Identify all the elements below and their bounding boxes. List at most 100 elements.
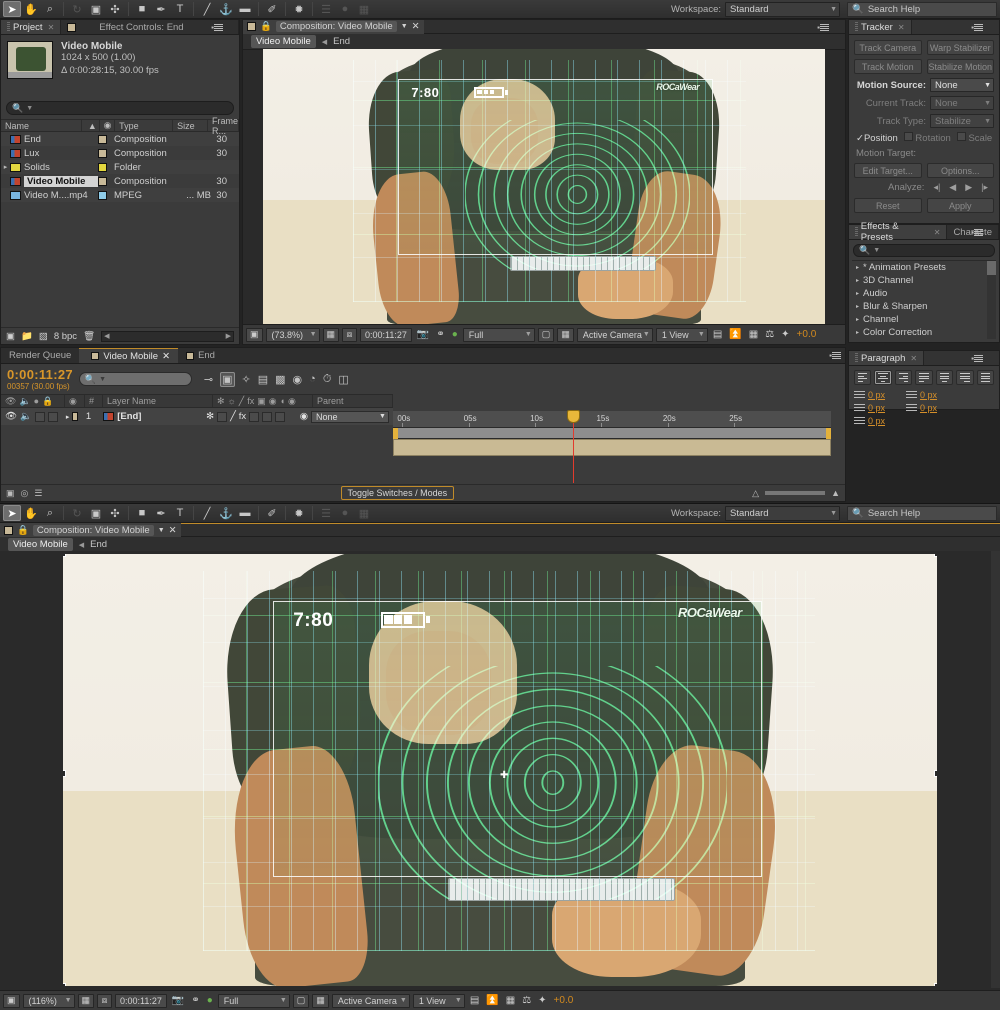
fast-previews-icon[interactable]: ⏫ [484, 995, 500, 1006]
tab-render-queue[interactable]: Render Queue [1, 348, 80, 363]
work-area-bar[interactable] [393, 428, 831, 439]
workspace-select[interactable]: Standard ▼ [725, 506, 840, 521]
camera-select[interactable]: Active Camera ▼ [576, 327, 653, 342]
analyze-backward-icon[interactable]: ◀ [949, 182, 956, 193]
reset-button[interactable]: Reset [854, 198, 922, 213]
collapse-toggle[interactable] [217, 411, 228, 422]
live-update-icon[interactable]: ◫ [338, 373, 348, 386]
resolution-select[interactable]: Full ▼ [462, 327, 535, 342]
interpret-footage-icon[interactable]: ▧ [39, 331, 48, 342]
panel-menu-icon[interactable]: ▪ [971, 354, 983, 363]
label-color-swatch[interactable] [98, 148, 114, 158]
search-help-input[interactable]: 🔍 Search Help [847, 2, 997, 17]
project-item-row[interactable]: ▸ Solids Folder [1, 160, 239, 174]
rotation-checkbox[interactable]: Rotation [903, 132, 951, 144]
audio-toggle-icon[interactable]: 🔈 [20, 411, 32, 422]
justify-last-left-icon[interactable] [915, 370, 933, 385]
disclosure-triangle-icon[interactable]: ▸ [856, 303, 859, 310]
disclosure-triangle-icon[interactable]: ▸ [856, 316, 859, 323]
column-size[interactable]: Size [173, 120, 208, 131]
take-snapshot-icon[interactable]: 📷 [170, 995, 186, 1006]
warp-stabilizer-button[interactable]: Warp Stabilizer [926, 40, 994, 55]
analyze-back-1-frame-icon[interactable]: ◂| [933, 182, 940, 193]
timeline-icon[interactable]: ▦ [747, 329, 760, 340]
options-button[interactable]: Options... [926, 163, 994, 178]
column-name[interactable]: Name [1, 120, 83, 131]
parent-select[interactable]: None ▼ [310, 410, 389, 423]
effects-scrollbar[interactable] [987, 261, 996, 339]
project-item-row[interactable]: Video M....mp4 MPEG ... MB 30 [1, 188, 239, 202]
disclosure-triangle-icon[interactable]: ▸ [856, 290, 859, 297]
track-camera-button[interactable]: Track Camera [854, 40, 922, 55]
analyze-forward-icon[interactable]: ▶ [965, 182, 972, 193]
brainstorm-icon[interactable]: ◉ [293, 373, 303, 386]
transform-handle-l[interactable] [63, 769, 66, 777]
camera-tool-icon[interactable]: ▣ [87, 1, 105, 17]
video-toggle-icon[interactable]: 👁 [5, 411, 17, 422]
transform-handle-bl[interactable] [63, 982, 66, 986]
layer-name[interactable]: [End] [117, 411, 141, 422]
project-item-row[interactable]: Lux Composition 30 [1, 146, 239, 160]
grid-guides-icon[interactable]: ▦ [77, 993, 95, 1008]
frame-blending-icon[interactable]: ▤ [258, 373, 268, 386]
region-interest-toggle-icon[interactable]: ▢ [537, 327, 555, 342]
effects-category-item[interactable]: ▸ 3D Channel [852, 274, 996, 287]
lock-toggle[interactable] [47, 411, 58, 422]
brush-tool-icon[interactable]: ╱ [198, 505, 216, 521]
pen-tool-icon[interactable]: ✒ [152, 505, 170, 521]
breadcrumb-current[interactable]: Video Mobile [8, 538, 73, 551]
layer-name-header[interactable]: Layer Name [103, 395, 213, 407]
tab-composition[interactable]: 🔒 Composition: Video Mobile ▼ ✕ [243, 19, 424, 34]
motion-blur-icon[interactable]: ▩ [275, 373, 285, 386]
motion-source-select[interactable]: None ▼ [930, 78, 994, 92]
text-tool-icon[interactable]: T [171, 1, 189, 17]
shape-tool-icon[interactable]: ■ [133, 505, 151, 521]
brush-tool-icon[interactable]: ╱ [198, 1, 216, 17]
align-left-icon[interactable] [854, 370, 872, 385]
always-preview-icon[interactable]: ▣ [3, 993, 20, 1008]
zoom-in-icon[interactable]: ▲ [831, 488, 840, 498]
adjustment-toggle[interactable] [275, 411, 286, 422]
views-select[interactable]: 1 View ▼ [412, 993, 465, 1008]
paragraph-indent-field[interactable]: 0 px [854, 416, 896, 426]
edit-target-button[interactable]: Edit Target... [854, 163, 922, 178]
justify-last-right-icon[interactable] [956, 370, 974, 385]
graph-editor-toggle-icon[interactable]: ☰ [34, 488, 42, 499]
label-color-swatch[interactable] [98, 190, 114, 200]
pixel-aspect-icon[interactable]: ▤ [468, 995, 481, 1006]
project-scrollbar[interactable]: ◀ ▶ [101, 330, 234, 342]
effects-category-item[interactable]: ▸ Audio [852, 287, 996, 300]
shape-tool-icon[interactable]: ■ [133, 1, 151, 17]
tab-video-mobile[interactable]: Video Mobile ✕ [79, 348, 179, 363]
justify-last-center-icon[interactable] [935, 370, 954, 385]
rotation-tool-icon[interactable]: ↻ [68, 505, 86, 521]
column-type[interactable]: Type [115, 120, 174, 131]
zoom-tool-icon[interactable]: ⌕ [41, 505, 59, 521]
shy-toggle-icon[interactable]: ✻ [206, 411, 214, 422]
puppet-pin-tool-icon[interactable]: ✹ [290, 1, 308, 17]
breadcrumb-next[interactable]: End [90, 539, 107, 550]
tab-composition[interactable]: 🔒 Composition: Video Mobile ▼ ✕ [0, 523, 181, 537]
zoom-level-select[interactable]: (116%) ▼ [22, 993, 75, 1008]
frame-blend-toggle[interactable] [249, 411, 260, 422]
label-color-swatch[interactable] [98, 162, 114, 172]
zoom-level-select[interactable]: (73.8%) ▼ [265, 327, 320, 342]
lock-icon[interactable]: 🔒 [17, 525, 29, 536]
timeline-search-input[interactable]: 🔍 ▼ [78, 372, 192, 386]
grid-guides-icon[interactable]: ▦ [322, 327, 340, 342]
layer-switches-icon[interactable]: ◎ [21, 488, 29, 499]
track-motion-button[interactable]: Track Motion [854, 59, 922, 74]
take-snapshot-icon[interactable]: 📷 [415, 329, 431, 340]
layer-duration-bar[interactable] [393, 439, 831, 456]
new-folder-icon[interactable]: 📁 [21, 331, 33, 342]
project-item-row[interactable]: End Composition 30 [1, 132, 239, 146]
close-icon[interactable]: ✕ [162, 351, 170, 362]
chevron-down-icon[interactable]: ▼ [401, 23, 408, 30]
new-comp-icon[interactable]: ▣ [6, 331, 15, 342]
current-time-indicator[interactable] [566, 410, 580, 483]
zoom-tool-icon[interactable]: ⌕ [41, 1, 59, 17]
composition-stage[interactable]: 7:80 ROCaWear [243, 48, 845, 325]
disclosure-triangle-icon[interactable]: ▸ [66, 413, 70, 421]
rotation-tool-icon[interactable]: ↻ [68, 1, 86, 17]
motion-blur-toggle[interactable] [262, 411, 273, 422]
